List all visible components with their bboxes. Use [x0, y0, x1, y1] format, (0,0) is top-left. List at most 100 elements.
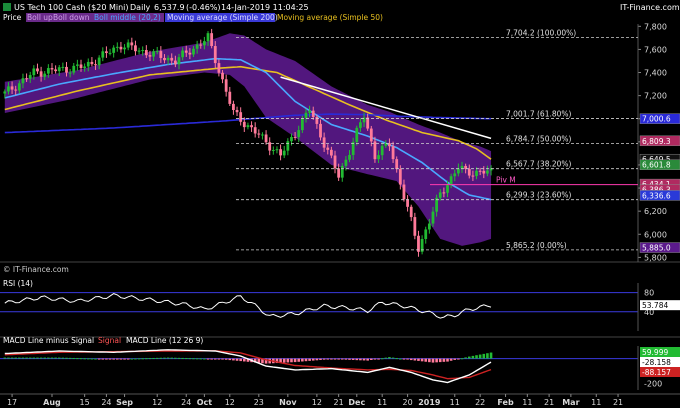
macd-hist-bar [359, 358, 362, 361]
candle-body [90, 61, 94, 65]
candle-body [311, 110, 315, 117]
y-tick-label: 7,400 [644, 69, 667, 78]
macd-hist-bar [192, 358, 195, 360]
candle-body [329, 149, 333, 156]
macd-hist-bar [482, 353, 486, 359]
macd-hist-bar [464, 357, 467, 359]
candle-body [355, 127, 359, 143]
price-chart[interactable]: US Tech 100 Cash ($20 Mini) Daily 6,537.… [0, 0, 680, 408]
macd-hist-bar [388, 357, 391, 359]
x-tick-label: Nov [279, 398, 297, 407]
candle-body [152, 51, 155, 57]
macd-hist-bar [467, 356, 471, 359]
candle-body [54, 69, 58, 72]
macd-hist-bar [101, 358, 105, 360]
price-tag-label: 6,601.8 [642, 161, 671, 170]
fib-level-label: 6,299.3 (23.60%) [506, 191, 572, 200]
watermark: © IT-Finance.com [3, 265, 69, 274]
candle-body [184, 50, 188, 53]
candle-body [286, 141, 290, 151]
legend-ma200: Moving average (Simple 200) [167, 13, 278, 22]
x-tick-label: 24 [181, 398, 191, 407]
legend-ma50: Moving average (Simple 50) [277, 13, 383, 22]
chart-background [0, 0, 680, 408]
candle-body [456, 168, 460, 174]
macd-hist-bar [293, 358, 297, 363]
candle-body [148, 55, 152, 57]
candle-body [460, 165, 464, 169]
rsi-value-label: 53.784 [642, 301, 668, 310]
candle-body [144, 50, 148, 56]
x-tick-label: 21 [613, 398, 623, 407]
macd-hist-bar [14, 357, 17, 359]
macd-hist-bar [449, 358, 453, 361]
macd-hist-bar [36, 357, 39, 359]
candle-body [271, 150, 275, 152]
candle-body [232, 103, 235, 110]
candle-body [402, 184, 406, 200]
candle-body [50, 68, 54, 70]
macd-hist-bar [340, 358, 344, 360]
macd-hist-bar [326, 358, 330, 360]
candle-body [250, 125, 253, 128]
macd-hist-bar [228, 358, 232, 361]
macd-hist-bar [239, 358, 242, 362]
legend-boll-middle: Boll middle (20,2) [94, 13, 161, 22]
candle-body [163, 57, 166, 61]
macd-hist-bar [475, 355, 478, 359]
macd-hist-bar [163, 357, 166, 359]
price-tag-label: 6,336.6 [642, 191, 671, 200]
candle-body [297, 130, 301, 138]
candle-body [39, 71, 43, 77]
macd-hist-bar [54, 357, 57, 359]
candle-body [315, 116, 319, 124]
macd-hist-bar [330, 358, 333, 360]
candle-body [395, 159, 399, 170]
macd-hist-bar [457, 358, 460, 360]
candle-body [123, 47, 126, 50]
x-tick-label: 11 [591, 398, 601, 407]
candle-body [478, 170, 482, 172]
candle-body [380, 145, 384, 156]
candle-body [438, 192, 442, 198]
macd-hist-bar [83, 358, 86, 360]
macd-hist-bar [322, 358, 326, 360]
macd-hist-bar [424, 358, 428, 362]
candle-body [25, 78, 28, 80]
macd-hist-bar [21, 357, 25, 359]
candle-body [43, 73, 47, 77]
macd-hist-bar [413, 358, 417, 361]
candle-body [406, 199, 409, 207]
macd-hist-bar [333, 358, 337, 360]
macd-hist-bar [126, 358, 130, 360]
macd-hist-bar [362, 358, 366, 361]
candle-body [235, 109, 239, 113]
macd-hist-bar [210, 358, 213, 360]
macd-hist-bar [94, 358, 97, 360]
y-tick-label: 7,200 [644, 92, 667, 101]
candle-body [398, 169, 402, 185]
macd-hist-bar [123, 358, 126, 360]
header-change: (-0.46%) [186, 3, 221, 12]
macd-hist-bar [155, 357, 159, 359]
pivot-label: Piv M [496, 176, 516, 185]
candle-body [202, 41, 206, 46]
macd-hist-bar [428, 358, 431, 363]
candle-body [446, 185, 449, 193]
x-tick-label: Dec [348, 398, 365, 407]
macd-hist-bar [76, 358, 79, 360]
candle-body [195, 44, 199, 49]
macd-value-label: 59.999 [642, 348, 668, 357]
legend-price: Price [3, 13, 22, 22]
macd-hist-bar [489, 352, 493, 359]
macd-hist-bar [351, 358, 355, 360]
x-tick-label: 23 [254, 398, 264, 407]
candle-body [199, 44, 203, 46]
candle-body [326, 147, 330, 150]
candle-body [112, 47, 116, 53]
macd-hist-bar [108, 358, 112, 360]
macd-hist-bar [50, 357, 54, 359]
macd-hist-bar [471, 355, 475, 359]
macd-hist-bar [195, 358, 199, 360]
candle-body [239, 112, 243, 122]
